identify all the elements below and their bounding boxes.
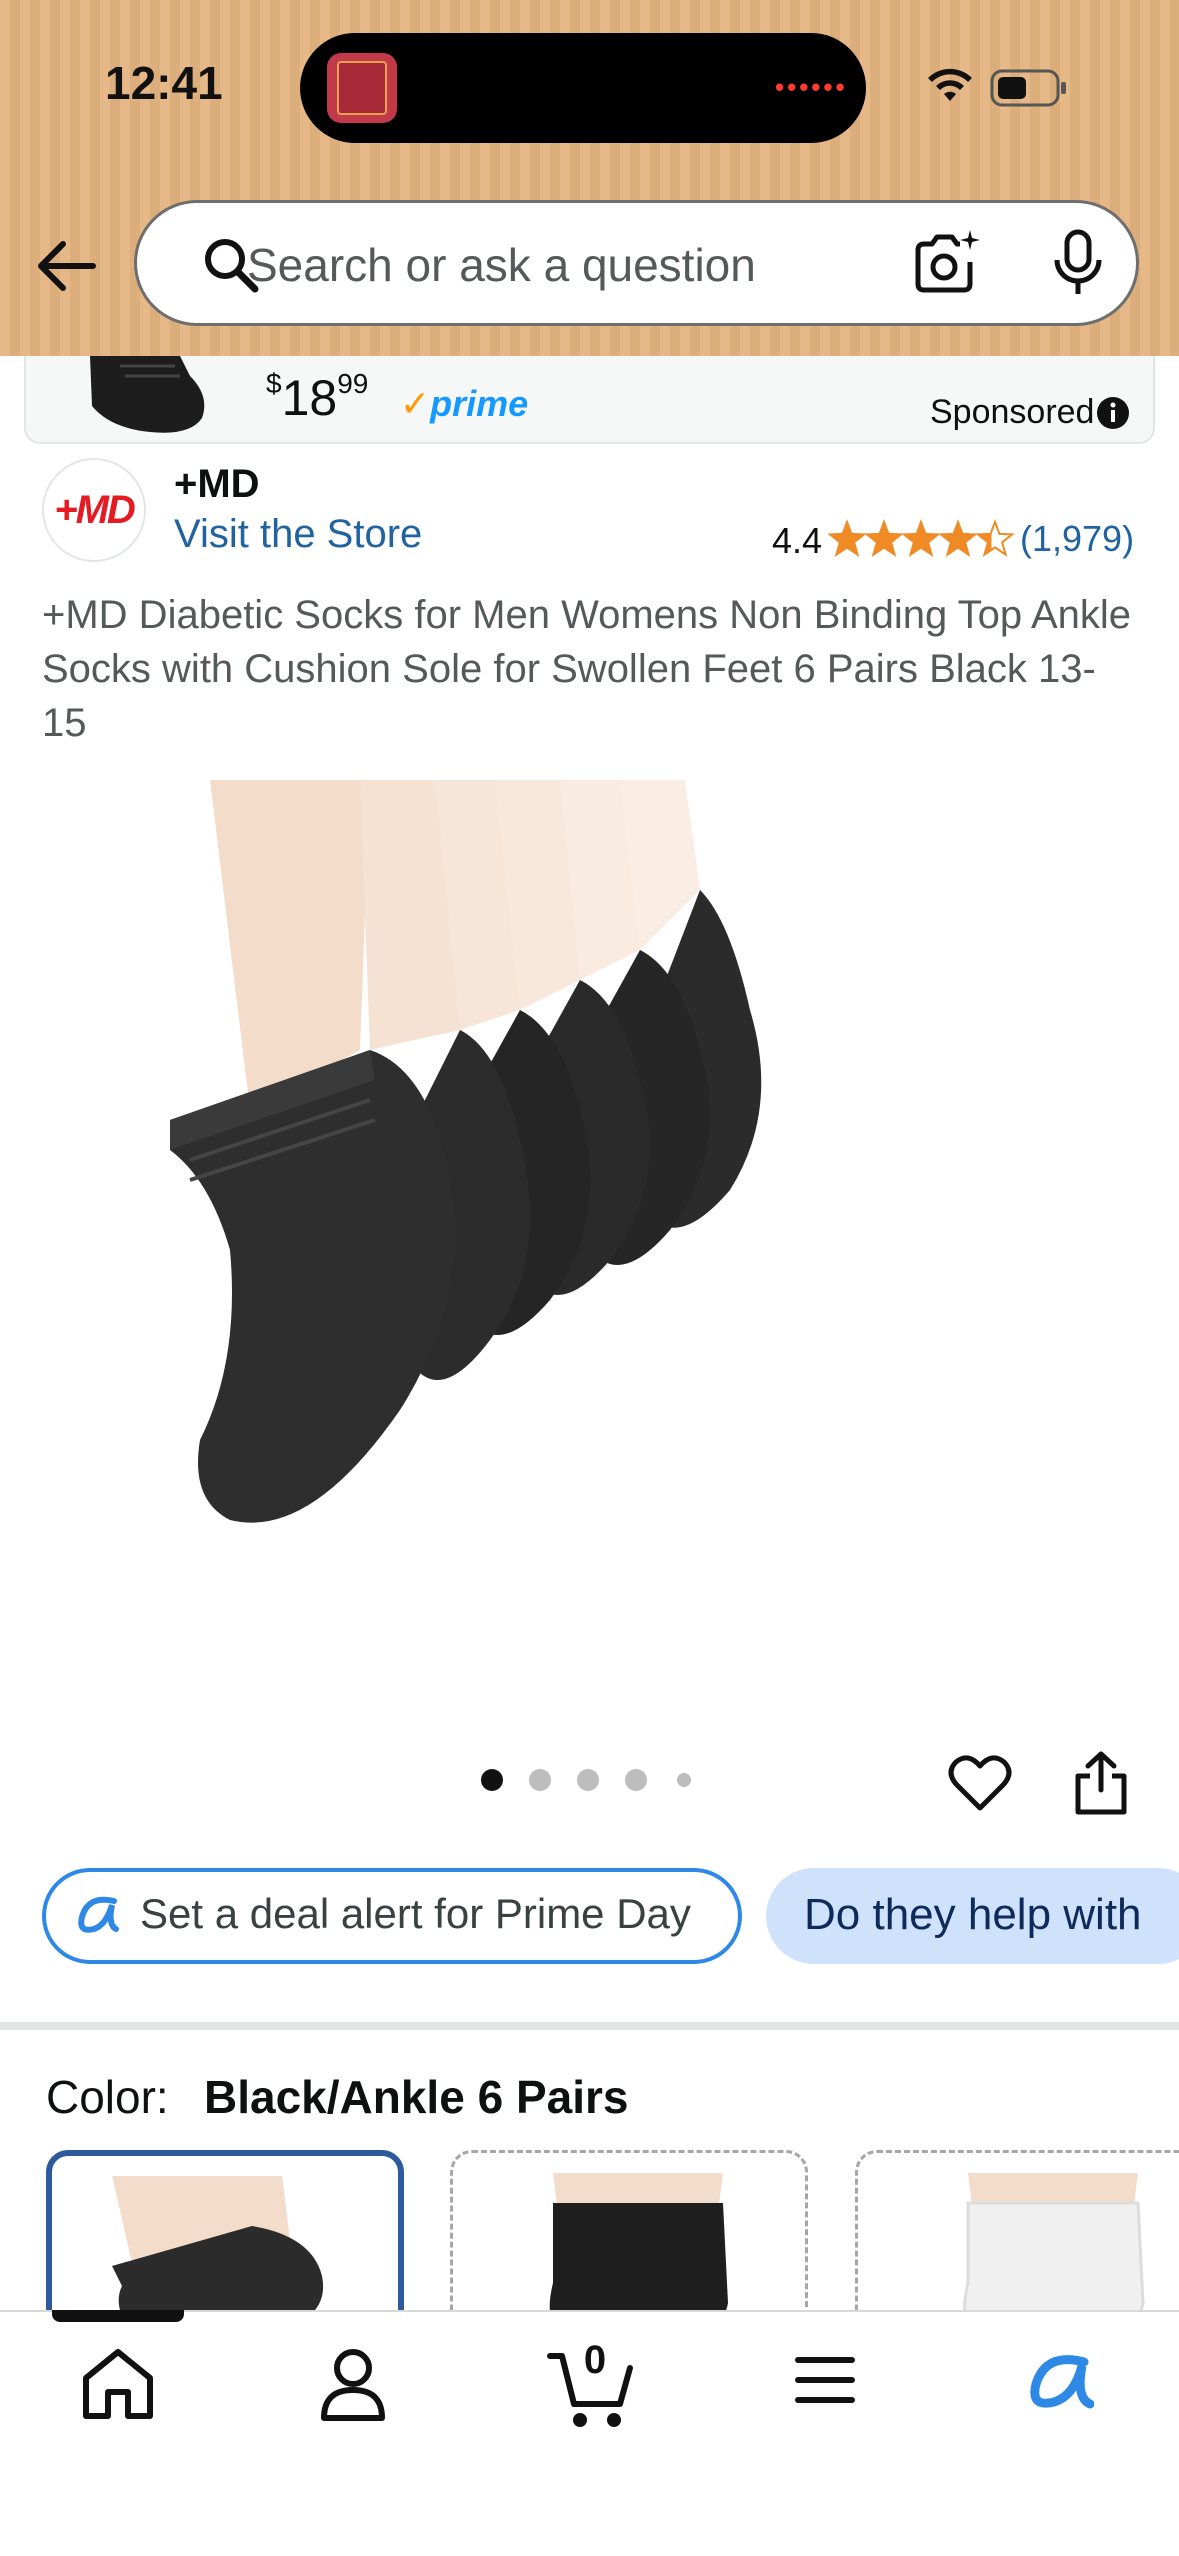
image-carousel-indicator[interactable]: [480, 1768, 700, 1797]
rating-value: 4.4: [772, 520, 823, 561]
status-time: 12:41: [105, 57, 223, 109]
sponsored-price: $1899: [266, 368, 369, 426]
wishlist-heart-icon[interactable]: [948, 1752, 1012, 1817]
account-icon[interactable]: [318, 2346, 388, 2427]
share-icon[interactable]: [1072, 1750, 1130, 1821]
battery-icon: [990, 68, 1070, 113]
product-title: +MD Diabetic Socks for Men Womens Non Bi…: [42, 593, 1132, 745]
back-arrow-icon[interactable]: [35, 240, 97, 297]
rufus-assistant-icon[interactable]: [1024, 2352, 1095, 2417]
product-image[interactable]: [170, 780, 1000, 1640]
suggested-question-label[interactable]: Do they help with: [804, 1890, 1142, 1940]
active-tab-indicator: [52, 2310, 184, 2322]
search-placeholder[interactable]: Search or ask a question: [247, 238, 756, 292]
brand-logo-text: +MD: [54, 488, 136, 532]
star-rating[interactable]: [827, 518, 1018, 567]
assistant-icon: [74, 1895, 120, 1940]
carousel-dot[interactable]: [529, 1769, 551, 1791]
cart-count: 0: [583, 2338, 607, 2382]
star-icon: [864, 519, 904, 557]
info-icon[interactable]: [1096, 396, 1130, 435]
star-icon: [901, 519, 941, 557]
microphone-icon[interactable]: [1048, 228, 1108, 303]
carousel-dot[interactable]: [625, 1769, 647, 1791]
carousel-dot[interactable]: [481, 1769, 503, 1791]
deal-alert-label[interactable]: Set a deal alert for Prime Day: [140, 1890, 691, 1938]
section-divider: [0, 2022, 1179, 2030]
now-playing-thumbnail: [327, 53, 397, 123]
audio-activity-indicator: ••••••: [775, 72, 848, 102]
sponsored-label: Sponsored: [930, 393, 1095, 431]
home-icon[interactable]: [78, 2346, 158, 2427]
carousel-dot[interactable]: [577, 1769, 599, 1791]
selected-color: Black/Ankle 6 Pairs: [204, 2071, 629, 2123]
visit-store-link[interactable]: Visit the Store: [174, 512, 422, 557]
camera-search-icon[interactable]: [910, 228, 980, 303]
wifi-icon: [925, 65, 975, 110]
rating-count-link[interactable]: (1,979): [1020, 518, 1134, 560]
sponsored-product-thumbnail[interactable]: [80, 356, 216, 441]
color-label: Color:: [46, 2071, 169, 2123]
prime-badge: ✓prime: [400, 383, 529, 424]
star-icon: [975, 519, 1015, 557]
brand-name: +MD: [174, 462, 260, 506]
star-icon: [938, 519, 978, 557]
menu-icon[interactable]: [794, 2352, 856, 2413]
carousel-dot[interactable]: [677, 1773, 691, 1787]
star-icon: [827, 519, 867, 557]
